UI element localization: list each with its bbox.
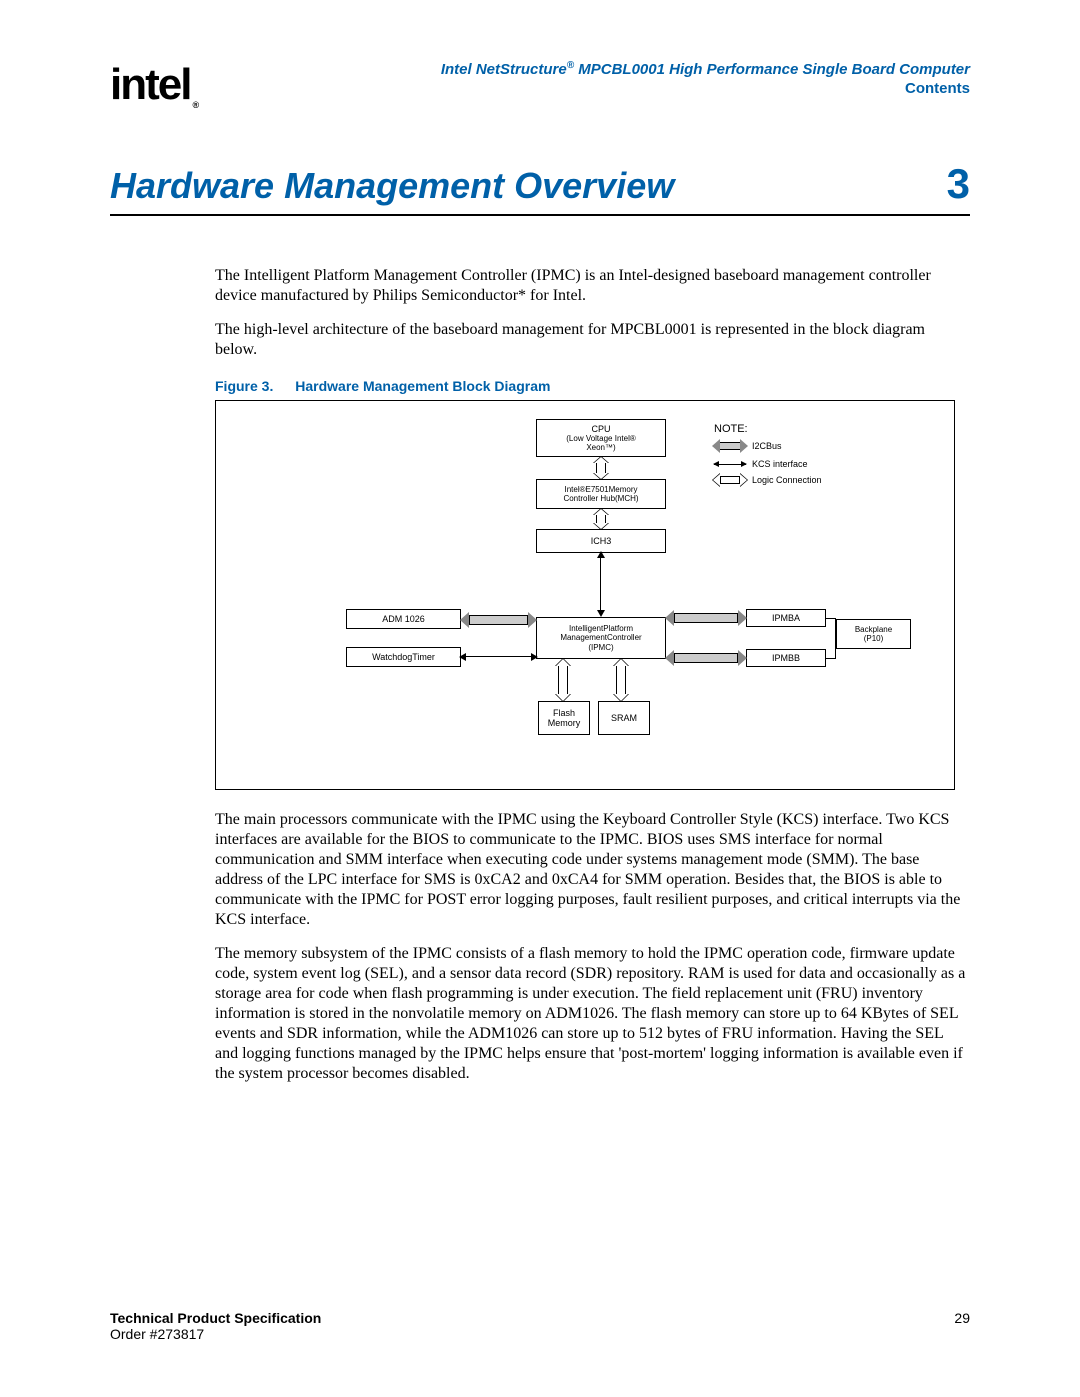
i2c-bus-icon: [714, 441, 746, 451]
doc-title: Intel NetStructure® MPCBL0001 High Perfo…: [441, 60, 970, 78]
legend-kcs: KCS interface: [714, 459, 808, 469]
watchdog-block: WatchdogTimer: [346, 647, 461, 667]
ipmba-block: IPMBA: [746, 609, 826, 627]
header-right: Intel NetStructure® MPCBL0001 High Perfo…: [441, 60, 970, 97]
mch-line2: Controller Hub(MCH): [563, 494, 638, 503]
watchdog-text: WatchdogTimer: [372, 652, 435, 662]
kcs-interface-icon: [714, 464, 746, 465]
sram-block: SRAM: [598, 701, 650, 735]
kcs-arrowhead-up: [597, 551, 605, 558]
flash-block: Flash Memory: [538, 701, 590, 735]
logic-arrow-flash: [556, 659, 570, 701]
i2c-arrow-adm: [461, 613, 536, 627]
mch-line1: Intel®E7501Memory: [564, 485, 637, 494]
logic-arrow-sram: [614, 659, 628, 701]
backplane-l1: Backplane: [855, 625, 892, 634]
page-footer: Technical Product Specification Order #2…: [110, 1310, 970, 1342]
mch-block: Intel®E7501Memory Controller Hub(MCH): [536, 479, 666, 509]
bus-arrow-cpu-mch: [594, 457, 608, 479]
flash-l2: Memory: [548, 718, 581, 728]
ipmbb-text: IPMBB: [772, 653, 800, 663]
logic-connection-icon: [714, 475, 746, 485]
sram-text: SRAM: [611, 713, 637, 723]
legend-logic-text: Logic Connection: [752, 475, 822, 485]
ipmbb-block: IPMBB: [746, 649, 826, 667]
legend-i2c: I2CBus: [714, 441, 782, 451]
logo-text: intel: [110, 60, 190, 110]
legend-i2c-text: I2CBus: [752, 441, 782, 451]
registered-mark: ®: [192, 100, 197, 110]
ich3-block: ICH3: [536, 529, 666, 553]
body-section-2: The main processors communicate with the…: [215, 810, 970, 1084]
figure-title: Hardware Management Block Diagram: [295, 378, 550, 394]
bus-arrow-mch-ich: [594, 509, 608, 529]
ipmc-block: IntelligentPlatform ManagementController…: [536, 617, 666, 659]
contents-link[interactable]: Contents: [441, 80, 970, 97]
figure-label: Figure 3.: [215, 378, 273, 394]
chapter-number: 3: [947, 160, 970, 208]
paragraph-1: The Intelligent Platform Management Cont…: [215, 266, 970, 306]
cpu-line2: (Low Voltage Intel®: [566, 434, 636, 443]
footer-spec: Technical Product Specification: [110, 1310, 321, 1326]
intel-logo: intel®: [110, 60, 197, 110]
i2c-arrow-ipmbb: [666, 651, 746, 665]
adm1026-block: ADM 1026: [346, 609, 461, 629]
body-section-1: The Intelligent Platform Management Cont…: [215, 266, 970, 360]
paragraph-4: The memory subsystem of the IPMC consist…: [215, 944, 970, 1084]
chapter-heading: Hardware Management Overview 3: [110, 160, 970, 216]
footer-left: Technical Product Specification Order #2…: [110, 1310, 321, 1342]
page-number: 29: [954, 1310, 970, 1342]
doc-title-pre: Intel NetStructure: [441, 61, 567, 78]
legend-kcs-text: KCS interface: [752, 459, 808, 469]
kcs-line: [600, 553, 601, 615]
cpu-line3: Xeon™): [586, 443, 615, 452]
backplane-block: Backplane (P10): [836, 619, 911, 649]
arrowhead-l: [459, 653, 466, 661]
registered-mark: ®: [567, 60, 574, 71]
paragraph-3: The main processors communicate with the…: [215, 810, 970, 930]
footer-order: Order #273817: [110, 1326, 204, 1342]
arrowhead-r: [531, 653, 538, 661]
kcs-line-watchdog: [461, 656, 536, 657]
page-header: intel® Intel NetStructure® MPCBL0001 Hig…: [110, 60, 970, 110]
ich3-text: ICH3: [591, 536, 612, 546]
block-diagram: CPU (Low Voltage Intel® Xeon™) Intel®E75…: [215, 400, 955, 790]
paragraph-2: The high-level architecture of the baseb…: [215, 320, 970, 360]
kcs-arrowhead-down: [597, 610, 605, 617]
cpu-line1: CPU: [591, 424, 610, 434]
adm1026-text: ADM 1026: [382, 614, 425, 624]
ipmc-l1: IntelligentPlatform: [569, 624, 633, 633]
note-label: NOTE:: [714, 423, 748, 435]
i2c-arrow-ipmba: [666, 611, 746, 625]
flash-l1: Flash: [553, 708, 575, 718]
legend-logic: Logic Connection: [714, 475, 822, 485]
cpu-block: CPU (Low Voltage Intel® Xeon™): [536, 419, 666, 457]
chapter-title: Hardware Management Overview: [110, 165, 674, 207]
line-bp-vert: [835, 618, 836, 659]
ipmba-text: IPMBA: [772, 613, 800, 623]
backplane-l2: (P10): [864, 634, 884, 643]
ipmc-l2: ManagementController: [560, 633, 641, 642]
ipmc-l3: (IPMC): [588, 643, 613, 652]
figure-caption: Figure 3. Hardware Management Block Diag…: [215, 378, 970, 394]
doc-title-post: MPCBL0001 High Performance Single Board …: [574, 61, 970, 78]
